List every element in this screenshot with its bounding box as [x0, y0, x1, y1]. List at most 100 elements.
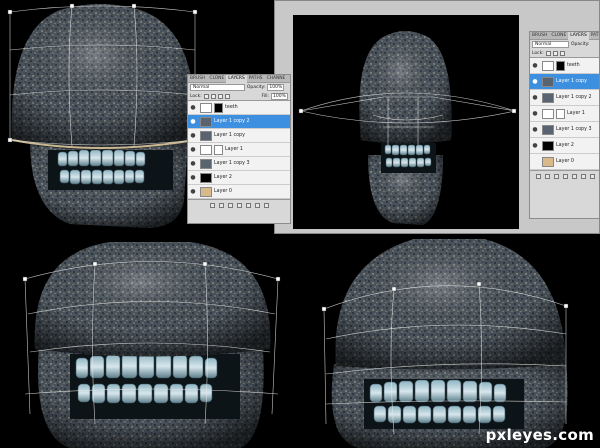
- canvas-stage: BRUSH CLONE LAYERS PATHS Normal Opacity:…: [0, 0, 600, 448]
- document-canvas[interactable]: [293, 15, 519, 229]
- layer-name: Layer 1 copy: [214, 133, 245, 138]
- eye-icon[interactable]: ●: [188, 188, 198, 195]
- stone-head-closeup-2: [321, 239, 569, 448]
- blend-options: Normal Opacity: 100%: [188, 83, 290, 92]
- layer-row[interactable]: ● Layer 1 copy 3: [530, 122, 599, 138]
- new-layer-icon[interactable]: [254, 202, 260, 208]
- tab-paths[interactable]: PATHS: [589, 32, 599, 40]
- layer-name: Layer 1 copy 2: [556, 95, 592, 100]
- layer-row[interactable]: ● Layer 1: [530, 106, 599, 122]
- layer-row[interactable]: ● Layer 1: [188, 143, 290, 157]
- lock-pixels-icon[interactable]: [552, 50, 558, 56]
- layer-name: Layer 1: [225, 147, 243, 152]
- layer-thumbnail: [200, 116, 212, 127]
- layers-panel-small: BRUSH CLONE LAYERS PATHS CHANNE Normal O…: [187, 74, 291, 224]
- add-mask-icon[interactable]: [553, 173, 559, 179]
- tab-paths[interactable]: PATHS: [247, 75, 265, 83]
- layers-panel-large: BRUSH CLONE LAYERS PATHS Normal Opacity:…: [529, 31, 599, 219]
- layer-row[interactable]: ● Layer 0: [188, 185, 290, 199]
- layer-thumbnail: [200, 130, 212, 141]
- lock-label: Lock:: [190, 93, 202, 99]
- lock-transparent-icon[interactable]: [545, 50, 551, 56]
- delete-layer-icon[interactable]: [589, 173, 595, 179]
- lock-position-icon[interactable]: [217, 93, 223, 99]
- layer-thumbnail: [200, 102, 212, 113]
- opacity-label: Opacity:: [570, 42, 590, 47]
- layer-row[interactable]: Layer 0: [530, 154, 599, 170]
- layer-name: Layer 0: [556, 159, 574, 164]
- eye-icon[interactable]: ●: [530, 110, 540, 117]
- layer-thumbnail: [200, 172, 212, 183]
- tab-clone[interactable]: CLONE: [549, 32, 568, 40]
- blend-mode-select[interactable]: Normal: [190, 84, 245, 91]
- layer-row-selected[interactable]: ● Layer 1 copy: [530, 74, 599, 90]
- layer-thumbnail: [200, 158, 212, 169]
- eye-icon[interactable]: ●: [188, 174, 198, 181]
- opacity-label: Opacity:: [246, 85, 266, 90]
- lock-pixels-icon[interactable]: [210, 93, 216, 99]
- new-group-icon[interactable]: [571, 173, 577, 179]
- top-right-window: BRUSH CLONE LAYERS PATHS Normal Opacity:…: [274, 0, 600, 234]
- opacity-input[interactable]: 100%: [267, 84, 285, 91]
- lock-row: Lock: Fill: 100%: [188, 92, 290, 100]
- layer-name: Layer 1 copy 2: [214, 119, 250, 124]
- add-mask-icon[interactable]: [227, 202, 233, 208]
- eye-icon[interactable]: ●: [530, 142, 540, 149]
- layer-style-icon[interactable]: [544, 173, 550, 179]
- stone-head-closeup: [22, 242, 281, 448]
- layer-thumbnail: [542, 108, 554, 119]
- layer-name: Layer 2: [214, 175, 232, 180]
- lock-position-icon[interactable]: [559, 50, 565, 56]
- link-layers-icon[interactable]: [209, 202, 215, 208]
- layer-row[interactable]: ● teeth: [530, 58, 599, 74]
- link-layers-icon[interactable]: [535, 173, 541, 179]
- eye-icon[interactable]: ●: [188, 132, 198, 139]
- bottom-right-artwork: [304, 234, 600, 448]
- eye-icon[interactable]: ●: [188, 118, 198, 125]
- layer-style-icon[interactable]: [218, 202, 224, 208]
- layer-mask-thumbnail: [556, 108, 565, 119]
- tab-layers[interactable]: LAYERS: [226, 75, 247, 83]
- layer-row-selected[interactable]: ● Layer 1 copy 2: [188, 115, 290, 129]
- eye-icon[interactable]: ●: [530, 94, 540, 101]
- adjustment-layer-icon[interactable]: [236, 202, 242, 208]
- eye-icon[interactable]: ●: [530, 126, 540, 133]
- lock-row: Lock:: [530, 49, 599, 57]
- lock-all-icon[interactable]: [224, 93, 230, 99]
- layer-thumbnail: [542, 76, 554, 87]
- layer-row[interactable]: ● Layer 2: [188, 171, 290, 185]
- lock-label: Lock:: [532, 50, 544, 56]
- layer-row[interactable]: ● Layer 1 copy 3: [188, 157, 290, 171]
- eye-icon[interactable]: ●: [188, 160, 198, 167]
- layer-mask-thumbnail: [556, 60, 565, 71]
- delete-layer-icon[interactable]: [263, 202, 269, 208]
- tab-layers[interactable]: LAYERS: [568, 32, 589, 40]
- tab-brush[interactable]: BRUSH: [188, 75, 207, 83]
- layer-name: Layer 1 copy 3: [214, 161, 250, 166]
- tab-clone[interactable]: CLONE: [207, 75, 226, 83]
- panel-tabs: BRUSH CLONE LAYERS PATHS: [530, 32, 599, 40]
- eye-icon[interactable]: ●: [530, 62, 540, 69]
- new-group-icon[interactable]: [245, 202, 251, 208]
- stone-head-art-2: [298, 31, 517, 225]
- eye-icon[interactable]: ●: [530, 78, 540, 85]
- tab-channels[interactable]: CHANNE: [265, 75, 288, 83]
- layer-row[interactable]: ● Layer 1 copy: [188, 129, 290, 143]
- new-layer-icon[interactable]: [580, 173, 586, 179]
- layer-row[interactable]: ● Layer 1 copy 2: [530, 90, 599, 106]
- layer-row[interactable]: ● teeth: [188, 101, 290, 115]
- eye-icon[interactable]: ●: [188, 104, 198, 111]
- lock-transparent-icon[interactable]: [203, 93, 209, 99]
- tab-brush[interactable]: BRUSH: [530, 32, 549, 40]
- blend-mode-select[interactable]: Normal: [532, 41, 569, 48]
- layer-name: Layer 0: [214, 189, 232, 194]
- watermark: pxleyes.com: [485, 426, 594, 444]
- layer-list: ● teeth ● Layer 1 copy ● Layer 1 copy 2 …: [530, 57, 599, 171]
- adjustment-layer-icon[interactable]: [562, 173, 568, 179]
- fill-input[interactable]: 100%: [271, 92, 288, 100]
- panel-footer: [530, 171, 599, 181]
- layer-list: ● teeth ● Layer 1 copy 2 ● Layer 1 copy …: [188, 100, 290, 200]
- layer-row[interactable]: ● Layer 2: [530, 138, 599, 154]
- blend-options: Normal Opacity:: [530, 40, 599, 49]
- eye-icon[interactable]: ●: [188, 146, 198, 153]
